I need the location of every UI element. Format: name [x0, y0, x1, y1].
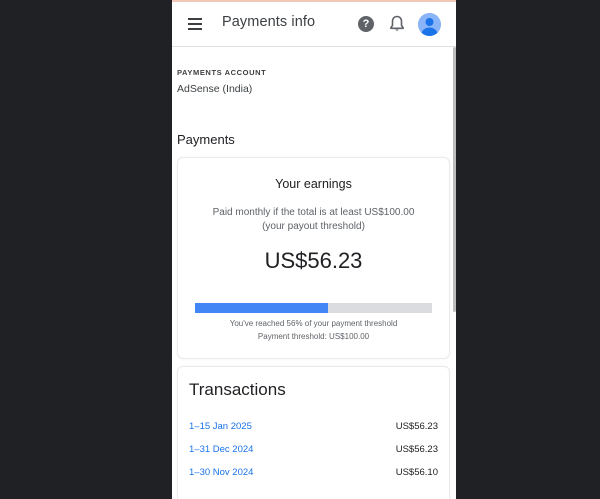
- earnings-card: Your earnings Paid monthly if the total …: [177, 157, 450, 359]
- transactions-title: Transactions: [189, 380, 286, 399]
- threshold-progress-bar: [195, 303, 432, 313]
- help-icon[interactable]: ?: [358, 16, 374, 32]
- bell-icon[interactable]: [389, 15, 405, 33]
- earnings-description-line1: Paid monthly if the total is at least US…: [212, 207, 415, 218]
- mobile-viewport: Payments info ? PAYMENTS ACCOUNT AdSense…: [172, 0, 456, 499]
- payment-threshold-text: Payment threshold: US$100.00: [257, 331, 370, 341]
- transaction-amount: US$56.23: [395, 421, 438, 432]
- page-title: Payments info: [222, 14, 316, 30]
- earnings-title: Your earnings: [275, 177, 352, 191]
- transaction-row[interactable]: 1–31 Dec 2024 US$56.23: [189, 444, 438, 458]
- payments-heading: Payments: [177, 132, 235, 147]
- transaction-date-link[interactable]: 1–30 Nov 2024: [189, 467, 253, 478]
- account-avatar-icon[interactable]: [418, 13, 441, 36]
- transaction-amount: US$56.23: [395, 444, 438, 455]
- payments-account-label: PAYMENTS ACCOUNT: [177, 68, 267, 77]
- scrollbar[interactable]: [453, 47, 456, 312]
- transaction-date-link[interactable]: 1–31 Dec 2024: [189, 444, 253, 455]
- app-bar: Payments info ?: [172, 2, 456, 47]
- progress-caption: You've reached 56% of your payment thres…: [178, 318, 449, 343]
- transaction-row[interactable]: 1–15 Jan 2025 US$56.23: [189, 421, 438, 435]
- earnings-description-line2: (your payout threshold): [262, 221, 365, 232]
- threshold-progress-fill: [195, 303, 328, 313]
- transactions-card: Transactions 1–15 Jan 2025 US$56.23 1–31…: [177, 366, 450, 499]
- transaction-row[interactable]: 1–30 Nov 2024 US$56.10: [189, 467, 438, 481]
- menu-icon[interactable]: [188, 18, 202, 30]
- earnings-description: Paid monthly if the total is at least US…: [178, 206, 449, 234]
- transaction-amount: US$56.10: [395, 467, 438, 478]
- transaction-date-link[interactable]: 1–15 Jan 2025: [189, 421, 252, 432]
- earnings-amount: US$56.23: [264, 248, 363, 273]
- payments-account-name: AdSense (India): [177, 83, 253, 95]
- progress-percent-text: You've reached 56% of your payment thres…: [229, 319, 398, 328]
